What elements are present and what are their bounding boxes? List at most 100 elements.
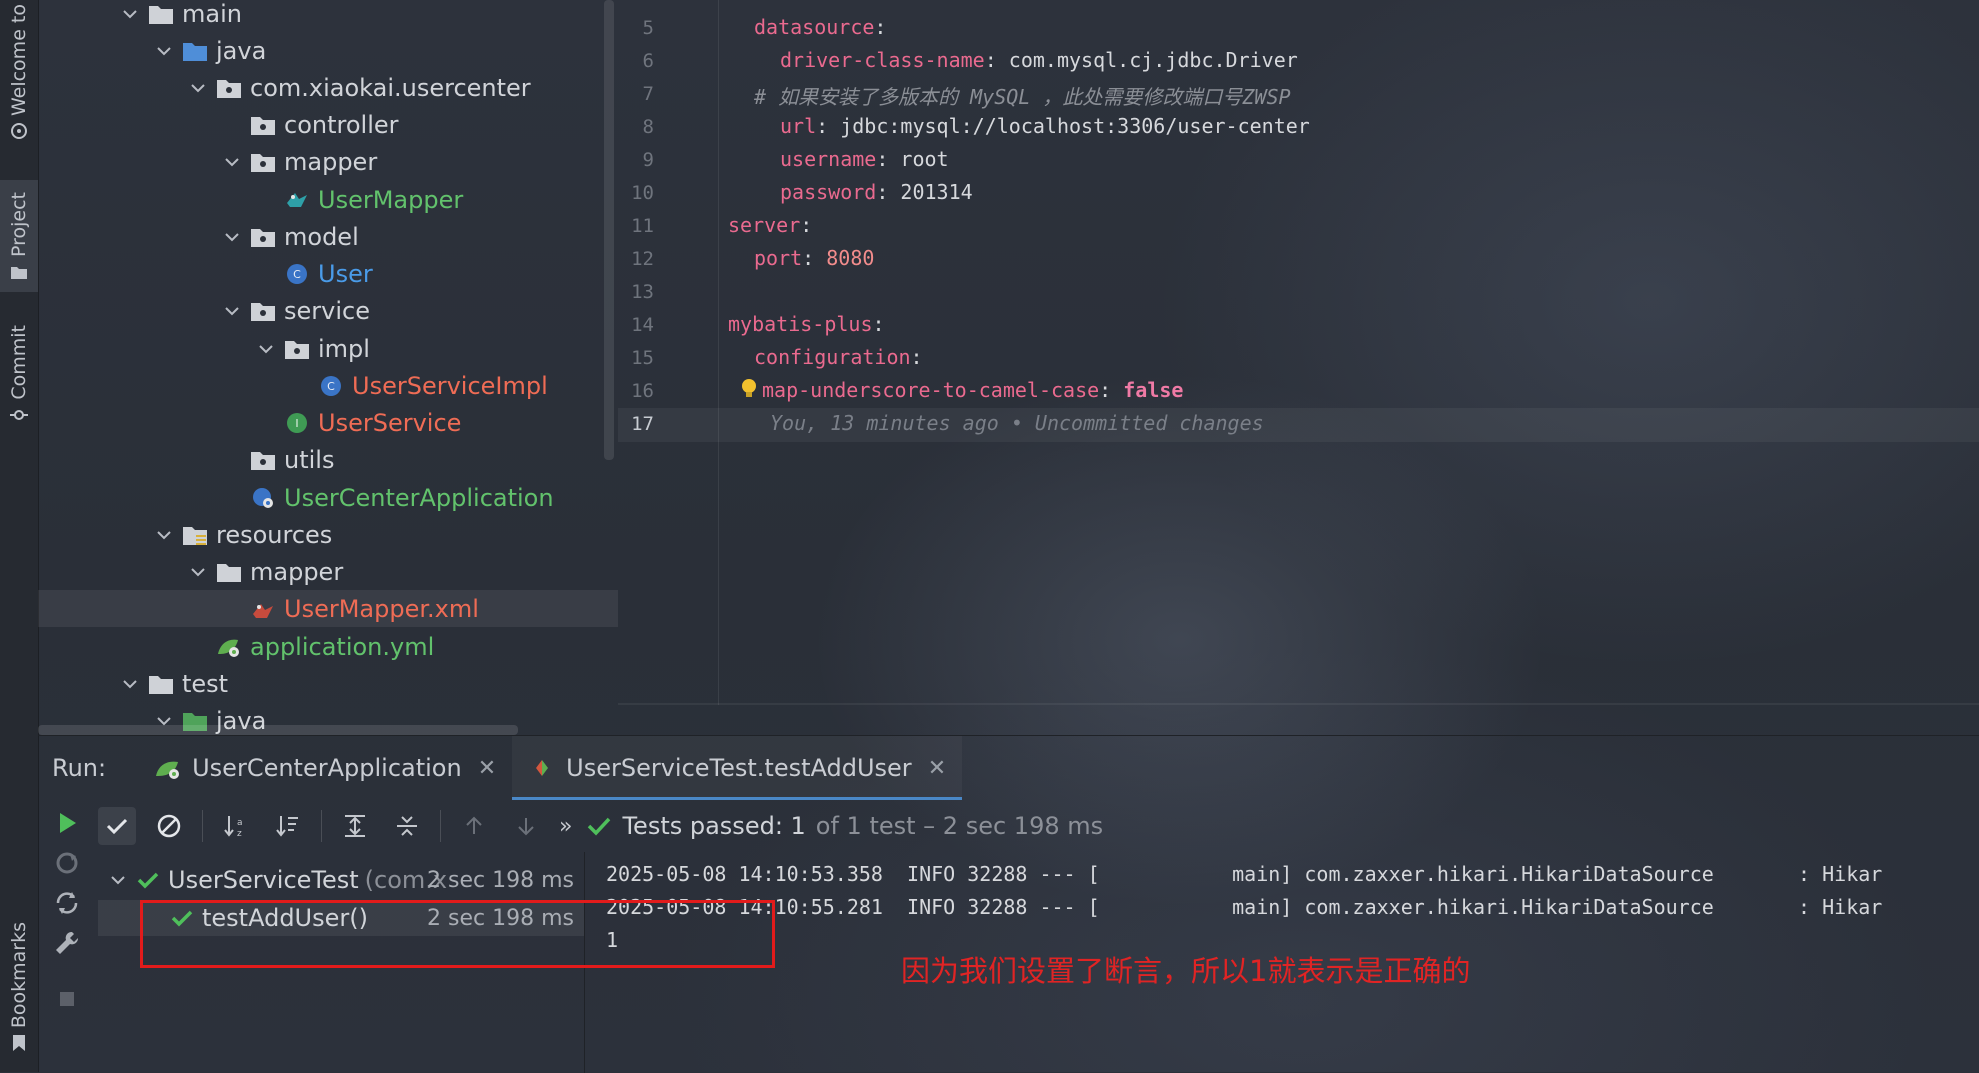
tree-item-userserviceimpl[interactable]: C UserServiceImpl xyxy=(38,367,618,404)
line-number: 12 xyxy=(631,248,654,270)
tree-item-main[interactable]: main xyxy=(38,0,618,32)
line-number: 9 xyxy=(642,149,654,171)
sort-alphabetically-button[interactable]: az xyxy=(217,807,255,845)
tree-item-package[interactable]: com.xiaokai.usercenter xyxy=(38,69,618,106)
close-icon[interactable]: ✕ xyxy=(478,756,496,781)
chevron-down-icon[interactable] xyxy=(118,2,142,26)
tests-passed-text: Tests passed: 1 xyxy=(622,812,806,840)
commit-tool-tab[interactable]: Commit xyxy=(0,325,38,424)
tree-item-label: mapper xyxy=(250,557,344,586)
tree-item-mapper[interactable]: mapper xyxy=(38,143,618,180)
code-line-14: mybatis-plus: xyxy=(728,312,885,336)
chevron-down-icon[interactable] xyxy=(254,337,278,361)
tree-item-usercenterapplication[interactable]: UserCenterApplication xyxy=(38,479,618,516)
tree-item-label: com.xiaokai.usercenter xyxy=(250,73,531,102)
bookmarks-tool-tab[interactable]: Bookmarks xyxy=(0,922,38,1052)
tree-item-java[interactable]: java xyxy=(38,32,618,69)
line-number: 14 xyxy=(631,314,654,336)
collapse-all-button[interactable] xyxy=(388,807,426,845)
tree-item-controller[interactable]: controller xyxy=(38,106,618,143)
tree-item-usermapper-xml[interactable]: UserMapper.xml xyxy=(38,590,618,627)
svg-text:C: C xyxy=(327,380,335,393)
tree-item-label: java xyxy=(216,36,267,65)
package-icon xyxy=(251,153,275,172)
check-icon xyxy=(106,818,128,835)
tree-item-label: UserMapper.xml xyxy=(284,594,479,623)
chevron-down-icon[interactable] xyxy=(186,560,210,584)
show-passed-button[interactable] xyxy=(98,807,136,845)
tree-horizontal-scrollbar[interactable] xyxy=(38,725,518,735)
chevron-down-icon[interactable] xyxy=(152,523,176,547)
indent-guide xyxy=(718,0,719,705)
left-tool-stripe: Welcome to Project Commit Bookmarks xyxy=(0,0,39,1072)
check-icon xyxy=(588,817,611,836)
more-actions-button[interactable]: » xyxy=(559,814,572,839)
package-icon xyxy=(251,302,275,321)
welcome-tool-tab[interactable]: Welcome to xyxy=(0,4,38,140)
tree-item-impl[interactable]: impl xyxy=(38,330,618,367)
test-suite-name: UserServiceTest xyxy=(168,866,359,894)
yaml-key: configuration xyxy=(754,345,911,369)
close-icon[interactable]: ✕ xyxy=(928,756,946,781)
tree-item-test[interactable]: test xyxy=(38,665,618,702)
toggle-auto-test-icon[interactable] xyxy=(52,888,82,918)
tree-item-label: impl xyxy=(318,334,370,363)
run-label: Run: xyxy=(52,754,107,782)
run-play-icon[interactable] xyxy=(52,808,82,838)
chevron-down-icon[interactable] xyxy=(220,225,244,249)
yaml-number: 8080 xyxy=(826,246,875,270)
expand-all-icon xyxy=(345,815,365,837)
tree-item-model[interactable]: model xyxy=(38,218,618,255)
yaml-key: mybatis-plus xyxy=(728,312,873,336)
tree-item-resources[interactable]: resources xyxy=(38,516,618,553)
wrench-icon[interactable] xyxy=(52,928,82,958)
code-line-10: password: 201314 xyxy=(780,180,973,204)
chevron-down-icon[interactable] xyxy=(220,299,244,323)
tree-item-usermapper[interactable]: UserMapper xyxy=(38,181,618,218)
test-runner-toolbar: az » Tests passed: 1 of 1 test – 2 sec 1… xyxy=(98,800,1979,852)
arrow-down-icon xyxy=(518,818,534,836)
chevron-down-icon[interactable] xyxy=(118,672,142,696)
run-tab-usersservicetest[interactable]: UserServiceTest.testAddUser ✕ xyxy=(512,736,963,800)
tree-item-service[interactable]: service xyxy=(38,292,618,329)
test-suite-row[interactable]: UserServiceTest (com.x 2 sec 198 ms xyxy=(98,862,584,898)
lightbulb-icon[interactable] xyxy=(740,378,758,400)
expand-all-button[interactable] xyxy=(336,807,374,845)
chevron-down-icon[interactable] xyxy=(220,150,244,174)
code-line-9: username: root xyxy=(780,147,949,171)
yaml-value: jdbc:mysql://localhost:3306/user-center xyxy=(840,114,1310,138)
test-passed-icon xyxy=(137,872,159,889)
next-failed-button[interactable] xyxy=(507,807,545,845)
bookmarks-tab-label: Bookmarks xyxy=(8,922,30,1029)
tree-vertical-scrollbar[interactable] xyxy=(604,0,614,460)
rerun-failed-icon[interactable] xyxy=(52,848,82,878)
chevron-down-icon[interactable] xyxy=(186,76,210,100)
tree-item-resources-mapper[interactable]: mapper xyxy=(38,553,618,590)
package-icon xyxy=(217,79,241,98)
project-tool-tab[interactable]: Project xyxy=(0,192,38,281)
run-tab-usercenterapplication[interactable]: UserCenterApplication ✕ xyxy=(138,736,512,800)
code-line-8: url: jdbc:mysql://localhost:3306/user-ce… xyxy=(780,114,1310,138)
arrow-up-icon xyxy=(466,816,482,834)
chevron-down-icon[interactable] xyxy=(152,39,176,63)
tree-item-userservice[interactable]: I UserService xyxy=(38,404,618,441)
chevron-down-icon[interactable] xyxy=(106,868,130,892)
stop-icon[interactable] xyxy=(52,984,82,1014)
project-tree: main java com.xiaokai.usercenter control… xyxy=(38,0,618,735)
toolbar-separator xyxy=(202,810,203,842)
code-editor[interactable]: 5 6 7 8 9 10 11 12 13 14 15 16 17 dataso… xyxy=(618,0,1979,705)
collapse-all-icon xyxy=(397,816,417,836)
tree-item-label: test xyxy=(182,669,229,698)
tree-item-label: mapper xyxy=(284,147,378,176)
yaml-key: driver-class-name xyxy=(780,48,985,72)
tree-item-utils[interactable]: utils xyxy=(38,441,618,478)
sort-by-duration-button[interactable] xyxy=(269,807,307,845)
tree-item-label: controller xyxy=(284,110,399,139)
tree-item-application-yml[interactable]: application.yml xyxy=(38,628,618,665)
line-number: 10 xyxy=(631,182,654,204)
previous-failed-button[interactable] xyxy=(455,807,493,845)
tree-item-user[interactable]: C User xyxy=(38,255,618,292)
code-line-11: server: xyxy=(728,213,813,237)
show-ignored-button[interactable] xyxy=(150,807,188,845)
toolbar-separator xyxy=(440,810,441,842)
